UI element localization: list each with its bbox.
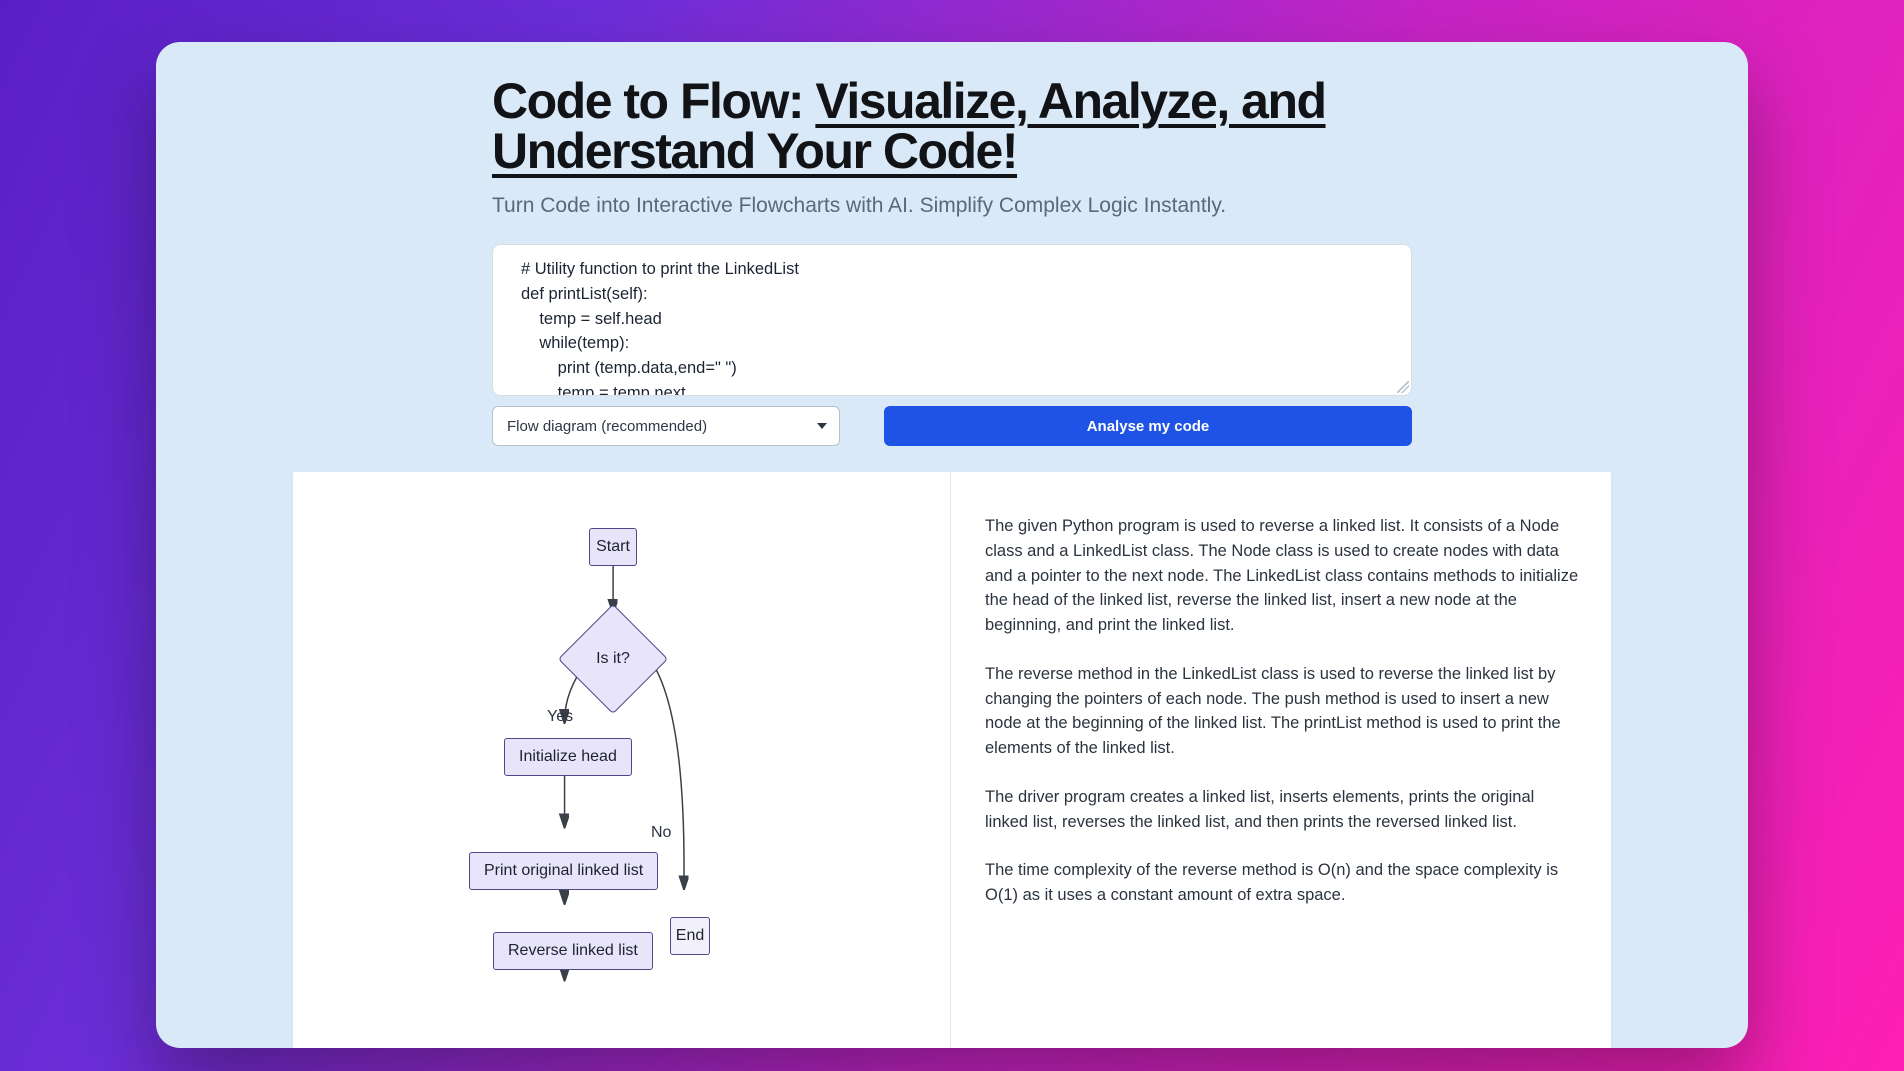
- flowchart-node-initialize: Initialize head: [504, 738, 632, 776]
- explanation-paragraph: The time complexity of the reverse metho…: [985, 858, 1579, 908]
- node-label: Reverse linked list: [508, 942, 638, 960]
- diagram-type-select[interactable]: Flow diagram (recommended): [492, 406, 840, 446]
- flowchart-node-end: End: [670, 917, 710, 955]
- header-section: Code to Flow: Visualize, Analyze, and Un…: [492, 76, 1412, 446]
- node-label: Initialize head: [519, 748, 617, 766]
- results-panel: Start Is it? Yes No Initialize head Prin…: [293, 472, 1611, 1048]
- flowchart-node-print: Print original linked list: [469, 852, 658, 890]
- controls-row: Flow diagram (recommended) Analyse my co…: [492, 406, 1412, 446]
- explanation-paragraph: The driver program creates a linked list…: [985, 785, 1579, 835]
- node-label: End: [676, 927, 704, 945]
- explanation-paragraph: The reverse method in the LinkedList cla…: [985, 662, 1579, 761]
- node-label: Start: [596, 538, 630, 556]
- select-value: Flow diagram (recommended): [507, 418, 707, 435]
- explanation-pane: The given Python program is used to reve…: [951, 472, 1611, 1048]
- flowchart: Start Is it? Yes No Initialize head Prin…: [293, 512, 950, 1048]
- page-title: Code to Flow: Visualize, Analyze, and Un…: [492, 76, 1412, 176]
- flowchart-pane: Start Is it? Yes No Initialize head Prin…: [293, 472, 951, 1048]
- analyse-button[interactable]: Analyse my code: [884, 406, 1412, 446]
- flowchart-node-start: Start: [589, 528, 637, 566]
- flowchart-node-decision: Is it?: [574, 620, 652, 698]
- explanation-paragraph: The given Python program is used to reve…: [985, 514, 1579, 638]
- page-subtitle: Turn Code into Interactive Flowcharts wi…: [492, 194, 1412, 218]
- title-plain: Code to Flow:: [492, 73, 815, 129]
- edge-label-no: No: [651, 824, 671, 842]
- node-label: Is it?: [596, 650, 630, 668]
- app-window: Code to Flow: Visualize, Analyze, and Un…: [156, 42, 1748, 1048]
- flowchart-node-reverse: Reverse linked list: [493, 932, 653, 970]
- node-label: Print original linked list: [484, 862, 643, 880]
- edge-label-yes: Yes: [547, 708, 573, 726]
- code-input[interactable]: # Utility function to print the LinkedLi…: [492, 244, 1412, 396]
